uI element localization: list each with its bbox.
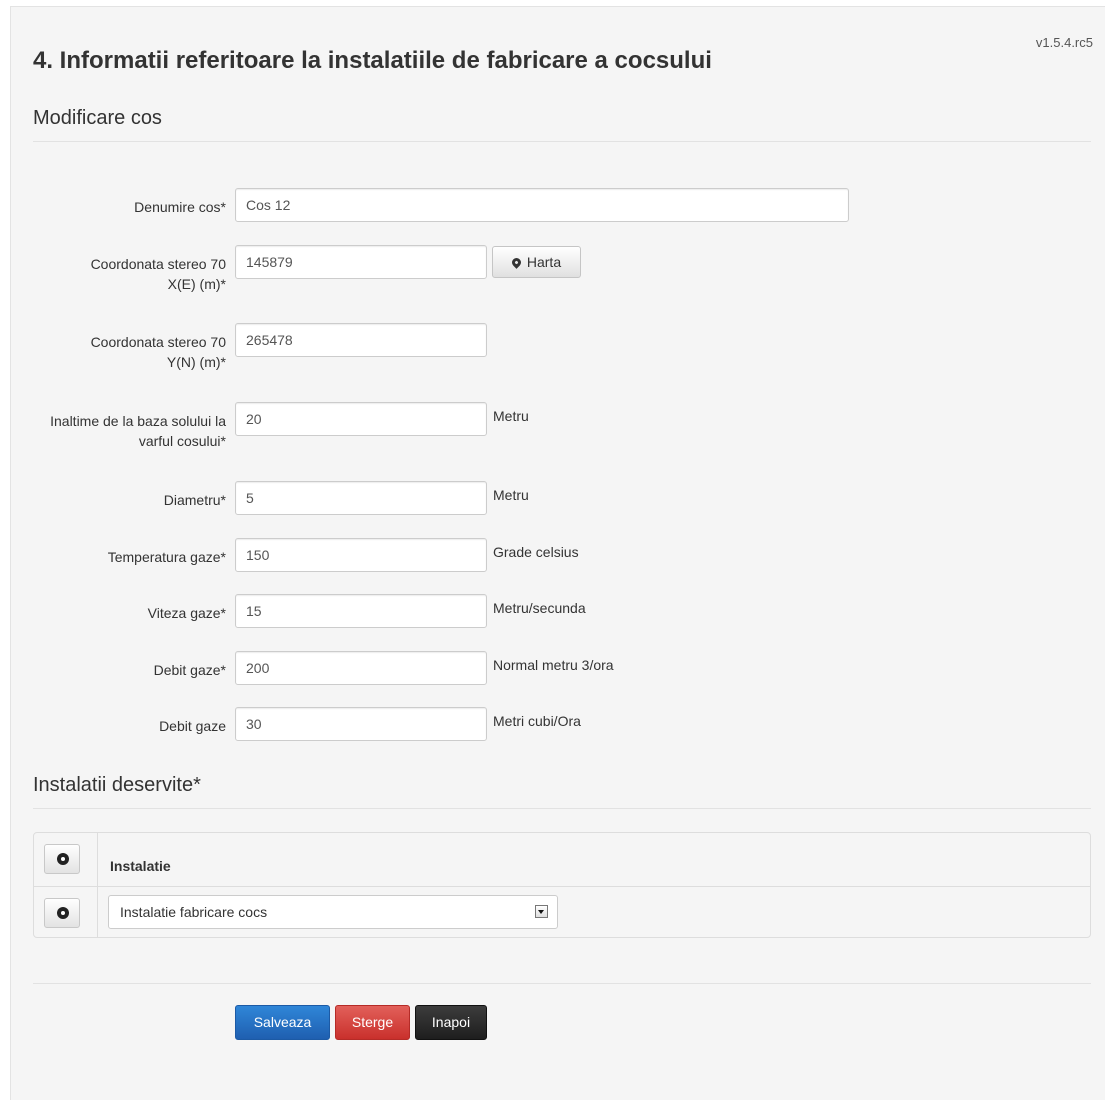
field-label: Coordonata stereo 70 Y(N) (m)* <box>90 334 226 370</box>
unit-label: Metru/secunda <box>493 600 586 616</box>
unit-label: Metri cubi/Ora <box>493 713 581 729</box>
denumire-cos-input[interactable]: Cos 12 <box>235 188 849 222</box>
select-value: Instalatie fabricare cocs <box>120 904 268 920</box>
plus-circle-icon <box>57 853 69 865</box>
back-button[interactable]: Inapoi <box>415 1005 487 1040</box>
field-label: Coordonata stereo 70 X(E) (m)* <box>90 256 226 292</box>
unit-label: Metru <box>493 487 529 503</box>
instalatie-select[interactable]: Instalatie fabricare cocs <box>108 895 558 929</box>
diametru-input[interactable]: 5 <box>235 481 487 515</box>
unit-label: Grade celsius <box>493 544 579 560</box>
table-header-instalatie: Instalatie <box>110 858 171 874</box>
save-button[interactable]: Salveaza <box>235 1005 330 1040</box>
field-label: Debit gaze <box>159 718 226 734</box>
field-label: Debit gaze* <box>153 662 226 678</box>
delete-button[interactable]: Sterge <box>335 1005 410 1040</box>
field-label: Temperatura gaze* <box>107 549 226 565</box>
actions-divider <box>33 983 1091 984</box>
coord-y-input[interactable]: 265478 <box>235 323 487 357</box>
section-title-instalatii: Instalatii deservite* <box>33 774 201 796</box>
inaltime-input[interactable]: 20 <box>235 402 487 436</box>
temperatura-input[interactable]: 150 <box>235 538 487 572</box>
field-label: Viteza gaze* <box>147 605 226 621</box>
page-panel: v1.5.4.rc5 4. Informatii referitoare la … <box>10 6 1105 1100</box>
installations-table: Instalatie Instalatie fabricare cocs <box>33 832 1091 938</box>
viteza-input[interactable]: 15 <box>235 594 487 628</box>
debit-normal-input[interactable]: 200 <box>235 651 487 685</box>
unit-label: Normal metru 3/ora <box>493 657 614 673</box>
section-divider <box>33 808 1091 809</box>
map-button-label: Harta <box>526 254 562 270</box>
field-label: Denumire cos* <box>134 199 226 215</box>
chevron-down-icon <box>535 905 548 918</box>
map-marker-icon <box>510 256 523 269</box>
debit-input[interactable]: 30 <box>235 707 487 741</box>
remove-row-button[interactable] <box>44 898 80 928</box>
page-title: 4. Informatii referitoare la instalatiil… <box>33 47 712 74</box>
field-label: Diametru* <box>163 492 226 508</box>
coord-x-input[interactable]: 145879 <box>235 245 487 279</box>
remove-circle-icon <box>57 907 69 919</box>
version-label: v1.5.4.rc5 <box>1035 35 1093 50</box>
field-label: Inaltime de la baza solului la varful co… <box>50 413 226 449</box>
unit-label: Metru <box>493 408 529 424</box>
section-title-modificare: Modificare cos <box>33 107 162 129</box>
section-divider <box>33 141 1091 142</box>
map-button[interactable]: Harta <box>492 246 581 278</box>
add-row-button[interactable] <box>44 844 80 874</box>
